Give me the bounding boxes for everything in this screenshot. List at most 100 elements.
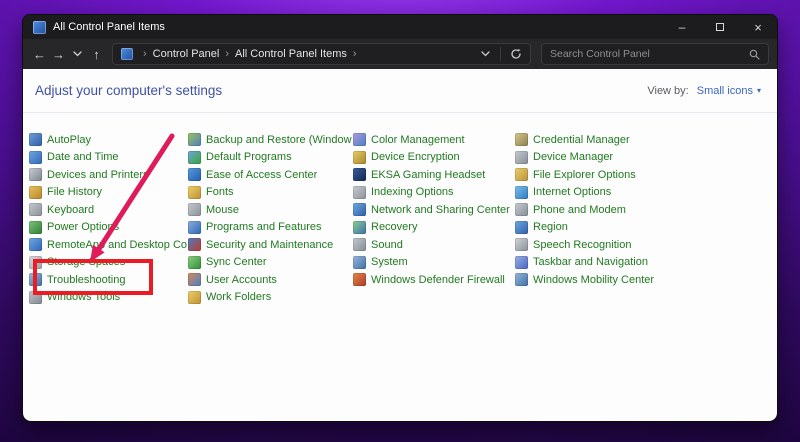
item-label: Fonts <box>206 186 234 198</box>
control-panel-item[interactable]: System <box>353 254 514 272</box>
control-panel-app-icon <box>33 21 46 34</box>
breadcrumb-segment-control-panel[interactable]: Control Panel <box>153 48 220 60</box>
devices-printers-icon <box>29 168 42 181</box>
windows-tools-icon <box>29 291 42 304</box>
control-panel-item[interactable]: File History <box>29 184 187 202</box>
storage-spaces-icon <box>29 256 42 269</box>
control-panel-item[interactable]: Device Manager <box>515 149 715 167</box>
control-panel-window: All Control Panel Items – × ← → ↑ › Cont… <box>22 14 778 422</box>
control-panel-item[interactable]: Fonts <box>188 184 352 202</box>
title-bar: All Control Panel Items – × <box>23 15 777 39</box>
control-panel-item[interactable]: Programs and Features <box>188 219 352 237</box>
items-column: Credential ManagerDevice ManagerFile Exp… <box>515 131 715 289</box>
search-box[interactable] <box>541 43 769 65</box>
item-label: Region <box>533 221 568 233</box>
item-label: Default Programs <box>206 151 292 163</box>
item-label: File History <box>47 186 102 198</box>
control-panel-item[interactable]: User Accounts <box>188 271 352 289</box>
control-panel-item[interactable]: Windows Mobility Center <box>515 271 715 289</box>
item-label: Device Encryption <box>371 151 460 163</box>
control-panel-item[interactable]: Troubleshooting <box>29 271 187 289</box>
security-maintenance-icon <box>188 238 201 251</box>
color-management-icon <box>353 133 366 146</box>
control-panel-item[interactable]: Credential Manager <box>515 131 715 149</box>
indexing-options-icon <box>353 186 366 199</box>
autoplay-icon <box>29 133 42 146</box>
item-label: Power Options <box>47 221 119 233</box>
default-programs-icon <box>188 151 201 164</box>
items-column: Color Management Device Encryption EKSA Ga… <box>353 131 514 289</box>
credential-manager-icon <box>515 133 528 146</box>
item-label: Devices and Printers <box>47 169 149 181</box>
control-panel-item[interactable]: Taskbar and Navigation <box>515 254 715 272</box>
minimize-button[interactable]: – <box>663 15 701 39</box>
breadcrumb-separator-icon: › <box>137 48 153 60</box>
control-panel-item[interactable]: Network and Sharing Center <box>353 201 514 219</box>
keyboard-icon <box>29 203 42 216</box>
control-panel-item[interactable]: Ease of Access Center <box>188 166 352 184</box>
item-label: Phone and Modem <box>533 204 626 216</box>
backup-restore-icon <box>188 133 201 146</box>
control-panel-item[interactable]: Phone and Modem <box>515 201 715 219</box>
control-panel-item[interactable]: Date and Time <box>29 149 187 167</box>
control-panel-item[interactable]: Internet Options <box>515 184 715 202</box>
item-label: EKSA Gaming Headset <box>371 169 485 181</box>
item-label: Indexing Options <box>371 186 454 198</box>
item-label: Network and Sharing Center <box>371 204 510 216</box>
control-panel-item[interactable]: Indexing Options <box>353 184 514 202</box>
control-panel-item[interactable]: Security and Maintenance <box>188 236 352 254</box>
item-label: Storage Spaces <box>47 256 125 268</box>
item-label: Windows Mobility Center <box>533 274 654 286</box>
item-label: Work Folders <box>206 291 271 303</box>
control-panel-item[interactable]: AutoPlay <box>29 131 187 149</box>
caret-down-icon: ▾ <box>757 86 761 95</box>
item-label: Sync Center <box>206 256 267 268</box>
recent-locations-chevron[interactable] <box>69 43 86 65</box>
search-input[interactable] <box>550 48 749 60</box>
control-panel-item[interactable]: Sound <box>353 236 514 254</box>
close-button[interactable]: × <box>739 15 777 39</box>
control-panel-item[interactable]: Keyboard <box>29 201 187 219</box>
address-dropdown-chevron[interactable] <box>477 43 494 65</box>
maximize-icon <box>716 23 724 31</box>
control-panel-item[interactable]: Speech Recognition <box>515 236 715 254</box>
chevron-down-icon <box>481 51 490 57</box>
breadcrumb[interactable]: › Control Panel › All Control Panel Item… <box>112 43 531 65</box>
phone-modem-icon <box>515 203 528 216</box>
breadcrumb-separator-icon: › <box>347 48 363 60</box>
recovery-icon <box>353 221 366 234</box>
control-panel-item[interactable]: Windows Tools <box>29 289 187 307</box>
control-panel-item[interactable]: Devices and Printers <box>29 166 187 184</box>
toolbar-divider <box>500 47 501 61</box>
item-label: Taskbar and Navigation <box>533 256 648 268</box>
taskbar-navigation-icon <box>515 256 528 269</box>
up-button[interactable]: ↑ <box>88 43 105 65</box>
forward-button[interactable]: → <box>50 43 67 65</box>
breadcrumb-segment-all-items[interactable]: All Control Panel Items <box>235 48 347 60</box>
control-panel-item[interactable]: Color Management <box>353 131 514 149</box>
item-label: Troubleshooting <box>47 274 125 286</box>
refresh-button[interactable] <box>507 43 524 65</box>
view-by-value: Small icons <box>697 85 753 97</box>
control-panel-item[interactable]: Backup and Restore (Windows 7) <box>188 131 352 149</box>
control-panel-item[interactable]: Default Programs <box>188 149 352 167</box>
control-panel-item[interactable]: Recovery <box>353 219 514 237</box>
control-panel-item[interactable]: Mouse <box>188 201 352 219</box>
item-label: Speech Recognition <box>533 239 631 251</box>
control-panel-item[interactable]: Device Encryption <box>353 149 514 167</box>
chevron-down-icon <box>73 51 82 57</box>
control-panel-item[interactable]: Storage Spaces <box>29 254 187 272</box>
maximize-button[interactable] <box>701 15 739 39</box>
control-panel-item[interactable]: File Explorer Options <box>515 166 715 184</box>
view-by-dropdown[interactable]: Small icons ▾ <box>697 85 761 97</box>
control-panel-item[interactable]: Windows Defender Firewall <box>353 271 514 289</box>
back-button[interactable]: ← <box>31 43 48 65</box>
control-panel-item[interactable]: EKSA Gaming Headset <box>353 166 514 184</box>
item-label: Mouse <box>206 204 239 216</box>
control-panel-item[interactable]: Power Options <box>29 219 187 237</box>
sync-center-icon <box>188 256 201 269</box>
control-panel-item[interactable]: Sync Center <box>188 254 352 272</box>
control-panel-item[interactable]: Work Folders <box>188 289 352 307</box>
control-panel-item[interactable]: RemoteApp and Desktop Connectio... <box>29 236 187 254</box>
control-panel-item[interactable]: Region <box>515 219 715 237</box>
